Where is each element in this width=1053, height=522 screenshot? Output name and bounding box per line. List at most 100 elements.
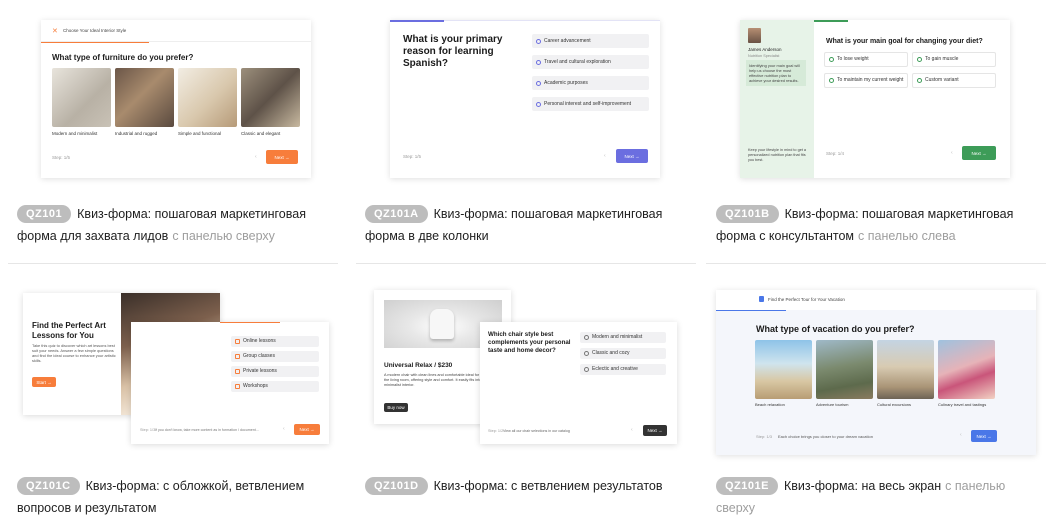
option-4[interactable]: Custom variant bbox=[912, 73, 996, 88]
step-counter: Step: 1/2 bbox=[488, 429, 504, 433]
radio-icon bbox=[536, 59, 541, 65]
option-1[interactable]: Career advancement bbox=[532, 34, 649, 48]
option-4[interactable]: Workshops bbox=[231, 381, 319, 392]
back-arrow-icon[interactable]: ‹ bbox=[255, 154, 257, 160]
option-label-2: Industrial and rugged bbox=[115, 131, 158, 136]
radio-icon bbox=[917, 78, 922, 83]
card-title[interactable]: Квиз-форма: с ветвлением результатов bbox=[434, 479, 663, 493]
option-label: Workshops bbox=[243, 383, 268, 389]
card-badge: QZ101C bbox=[17, 477, 80, 495]
checkbox-icon bbox=[235, 354, 240, 359]
next-button[interactable]: Next → bbox=[971, 430, 997, 442]
option-1[interactable]: To lose weight bbox=[824, 52, 908, 67]
progress-fill bbox=[220, 322, 280, 323]
step-counter: Step: 1/3 bbox=[756, 434, 773, 439]
option-label-4: Culinary travel and tastings bbox=[938, 402, 987, 407]
preview-qz101[interactable]: ✕ Choose Your Ideal Interior Style What … bbox=[41, 20, 311, 178]
option-image-3[interactable] bbox=[877, 340, 934, 399]
option-2[interactable]: Classic and cozy bbox=[580, 348, 666, 359]
next-button[interactable]: Next → bbox=[616, 149, 648, 163]
radio-icon bbox=[536, 101, 541, 107]
option-label: Travel and cultural exploration bbox=[544, 58, 611, 65]
option-3[interactable]: To maintain my current weight bbox=[824, 73, 908, 88]
option-3[interactable]: Academic purposes bbox=[532, 76, 649, 90]
question: What type of furniture do you prefer? bbox=[52, 53, 194, 62]
buy-button[interactable]: Buy now bbox=[384, 403, 408, 412]
panel-title: Find the Perfect Tour for Your Vacation bbox=[768, 297, 845, 302]
start-button[interactable]: Start → bbox=[32, 377, 56, 387]
top-panel: ✕ Choose Your Ideal Interior Style bbox=[41, 20, 311, 42]
consultant-role: Nutrition Specialist bbox=[748, 54, 780, 58]
card-title[interactable]: Квиз-форма: на весь экран bbox=[784, 479, 941, 493]
card-badge: QZ101E bbox=[716, 477, 778, 495]
option-label: Eclectic and creative bbox=[592, 366, 638, 372]
card-caption: QZ101B Квиз-форма: пошаговая маркетингова… bbox=[716, 203, 1036, 247]
chair-shape bbox=[430, 309, 454, 339]
step-counter: Step: 1/4 bbox=[826, 151, 845, 156]
radio-icon bbox=[536, 80, 541, 86]
consultant-panel: James Anderson Nutrition Specialist Iden… bbox=[740, 20, 814, 178]
question-panel[interactable]: Which chair style best complements your … bbox=[480, 322, 677, 444]
hint-text: If you don't know, take more content as … bbox=[155, 428, 259, 432]
option-2[interactable]: To gain muscle bbox=[912, 52, 996, 67]
option-image-4[interactable] bbox=[938, 340, 995, 399]
next-button[interactable]: Next → bbox=[643, 425, 667, 436]
next-button[interactable]: Next → bbox=[266, 150, 298, 164]
card-caption: QZ101 Квиз-форма: пошаговая маркетинговая… bbox=[17, 203, 337, 247]
radio-icon bbox=[917, 57, 922, 62]
progress-bar bbox=[41, 42, 149, 43]
globe-icon bbox=[759, 296, 764, 302]
step-counter: Step: 1/5 bbox=[52, 155, 71, 160]
option-image-1[interactable] bbox=[755, 340, 812, 399]
back-arrow-icon[interactable]: ‹ bbox=[631, 427, 633, 433]
card-badge: QZ101D bbox=[365, 477, 428, 495]
preview-qz101a[interactable]: What is your primary reason for learning… bbox=[390, 20, 660, 178]
option-label: Modern and minimalist bbox=[592, 334, 643, 340]
next-button[interactable]: Next → bbox=[962, 146, 996, 160]
hint-text: Each choice brings you closer to your dr… bbox=[778, 434, 873, 439]
option-1[interactable]: Online lessons bbox=[231, 336, 319, 347]
option-label-3: Simple and functional bbox=[178, 131, 222, 136]
card-caption: QZ101C Квиз-форма: с обложкой, ветвлением… bbox=[17, 475, 337, 519]
option-image-1[interactable] bbox=[52, 68, 111, 127]
card-subtitle: с панелью слева bbox=[858, 229, 956, 243]
back-arrow-icon[interactable]: ‹ bbox=[951, 150, 953, 156]
checkbox-icon bbox=[235, 369, 240, 374]
hint-text: View all our chair selections in our cat… bbox=[503, 429, 570, 433]
back-arrow-icon[interactable]: ‹ bbox=[283, 426, 285, 432]
option-3[interactable]: Eclectic and creative bbox=[580, 364, 666, 375]
option-image-4[interactable] bbox=[241, 68, 300, 127]
progress-fill bbox=[390, 20, 444, 22]
option-label: To gain muscle bbox=[925, 56, 959, 62]
option-label: Academic purposes bbox=[544, 79, 588, 86]
row-divider-2 bbox=[356, 263, 696, 264]
preview-qz101e[interactable]: Find the Perfect Tour for Your Vacation … bbox=[716, 290, 1036, 455]
option-label-1: Modern and minimalist bbox=[52, 131, 98, 136]
checkbox-icon bbox=[235, 384, 240, 389]
option-label: Career advancement bbox=[544, 37, 591, 44]
option-image-2[interactable] bbox=[115, 68, 174, 127]
back-arrow-icon[interactable]: ‹ bbox=[960, 432, 962, 438]
option-4[interactable]: Personal interest and self-improvement bbox=[532, 97, 649, 111]
question-panel[interactable]: Online lessons Group classes Private les… bbox=[131, 322, 329, 444]
option-image-2[interactable] bbox=[816, 340, 873, 399]
option-label: Private lessons bbox=[243, 368, 277, 374]
back-arrow-icon[interactable]: ‹ bbox=[604, 153, 606, 159]
question: What is your main goal for changing your… bbox=[826, 38, 983, 45]
next-button[interactable]: Next → bbox=[294, 424, 320, 435]
cover-title: Find the Perfect Art Lessons for You bbox=[32, 321, 106, 340]
option-image-3[interactable] bbox=[178, 68, 237, 127]
card-caption: QZ101D Квиз-форма: с ветвлением результат… bbox=[365, 475, 695, 497]
option-2[interactable]: Group classes bbox=[231, 351, 319, 362]
checkbox-icon bbox=[235, 339, 240, 344]
preview-qz101b[interactable]: James Anderson Nutrition Specialist Iden… bbox=[740, 20, 1010, 178]
option-label: Custom variant bbox=[925, 77, 959, 83]
result-title: Universal Relax / $230 bbox=[384, 362, 453, 369]
panel-footer-text: Keep your lifestyle in mind to get a per… bbox=[748, 148, 807, 162]
option-2[interactable]: Travel and cultural exploration bbox=[532, 55, 649, 69]
option-3[interactable]: Private lessons bbox=[231, 366, 319, 377]
row-divider-3 bbox=[706, 263, 1046, 264]
card-badge: QZ101 bbox=[17, 205, 72, 223]
option-1[interactable]: Modern and minimalist bbox=[580, 332, 666, 343]
card-caption: QZ101A Квиз-форма: пошаговая маркетингова… bbox=[365, 203, 695, 247]
